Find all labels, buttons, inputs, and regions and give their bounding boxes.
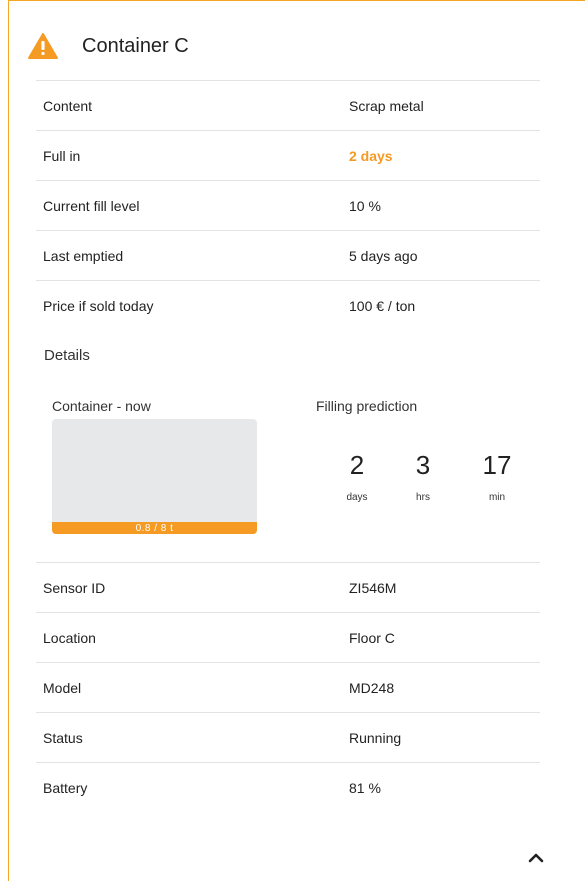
row-value: 81 %: [349, 779, 381, 796]
row-label: Model: [43, 679, 82, 696]
row-label: Battery: [43, 779, 88, 796]
countdown-value: 17: [482, 450, 512, 480]
row-label: Content: [43, 97, 93, 114]
row-value: Scrap metal: [349, 97, 424, 114]
sensor-row-location: Location Floor C: [36, 612, 540, 662]
fill-level-text: 0.8 / 8 t: [135, 522, 174, 534]
details-heading: Details: [44, 347, 90, 364]
card-header: Container C: [28, 26, 548, 66]
row-value-highlight: 2 days: [349, 147, 393, 164]
sensor-row-battery: Battery 81 %: [36, 762, 540, 812]
row-value: Floor C: [349, 629, 395, 646]
row-label: Last emptied: [43, 247, 124, 264]
sensor-row-status: Status Running: [36, 712, 540, 762]
row-value: 10 %: [349, 197, 381, 214]
countdown-unit: days: [346, 492, 368, 503]
row-label: Current fill level: [43, 197, 140, 214]
fill-level-bar: 0.8 / 8 t: [52, 522, 257, 534]
info-row-price: Price if sold today 100 € / ton: [36, 280, 540, 330]
row-label: Status: [43, 729, 83, 746]
sensor-row-id: Sensor ID ZI546M: [36, 562, 540, 612]
countdown-value: 2: [349, 450, 365, 480]
filling-prediction-label: Filling prediction: [316, 398, 418, 414]
info-table: Content Scrap metal Full in 2 days Curre…: [36, 80, 540, 330]
countdown-unit: hrs: [416, 492, 430, 503]
row-value: MD248: [349, 679, 395, 696]
info-row-last-emptied: Last emptied 5 days ago: [36, 230, 540, 280]
page-title: Container C: [82, 34, 189, 57]
row-value: 5 days ago: [349, 247, 418, 264]
countdown-value: 3: [415, 450, 431, 480]
row-label: Price if sold today: [43, 297, 154, 314]
info-row-content: Content Scrap metal: [36, 80, 540, 130]
countdown-hours: 3 hrs: [398, 450, 448, 503]
row-value: ZI546M: [349, 579, 397, 596]
container-fill-visual: 0.8 / 8 t: [52, 419, 257, 534]
row-label: Full in: [43, 147, 81, 164]
row-value: Running: [349, 729, 402, 746]
row-label: Location: [43, 629, 96, 646]
chevron-up-icon[interactable]: [527, 850, 545, 864]
row-value: 100 € / ton: [349, 297, 416, 314]
info-row-full-in: Full in 2 days: [36, 130, 540, 180]
info-row-fill-level: Current fill level 10 %: [36, 180, 540, 230]
row-label: Sensor ID: [43, 579, 106, 596]
countdown-minutes: 17 min: [472, 450, 522, 503]
countdown-unit: min: [488, 492, 506, 503]
sensor-row-model: Model MD248: [36, 662, 540, 712]
warning-icon: [28, 33, 58, 59]
sensor-table: Sensor ID ZI546M Location Floor C Model …: [36, 562, 540, 812]
container-now-label: Container - now: [52, 398, 151, 414]
countdown-days: 2 days: [332, 450, 382, 503]
